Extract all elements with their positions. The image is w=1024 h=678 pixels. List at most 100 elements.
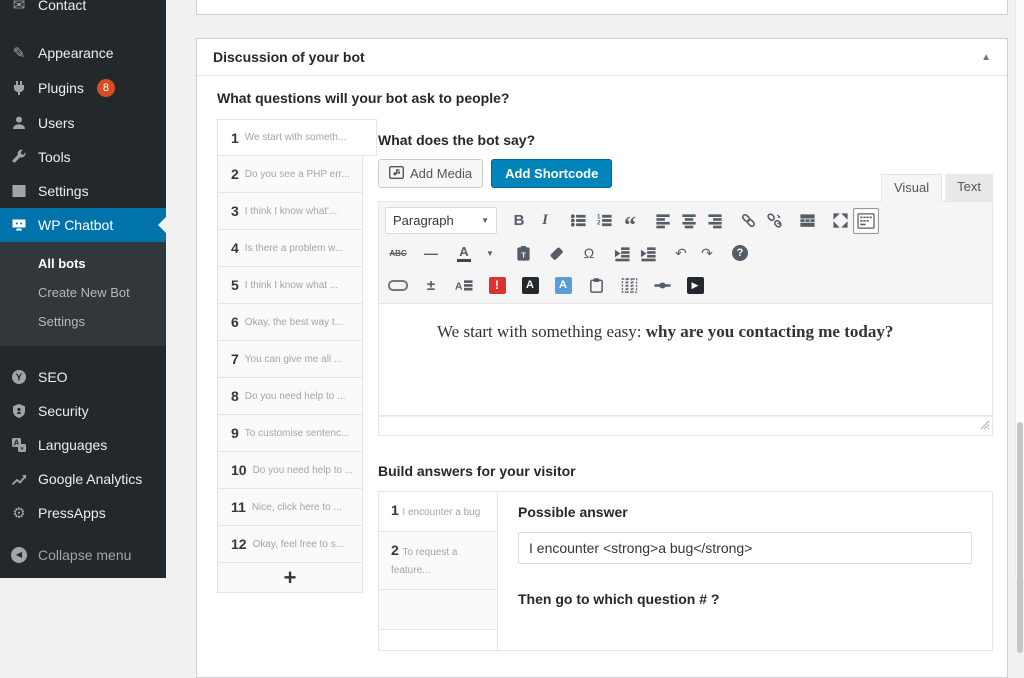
horizontal-rule-button[interactable]: — bbox=[418, 240, 444, 266]
italic-button[interactable]: I bbox=[532, 208, 558, 234]
question-item-4[interactable]: 4 Is there a problem w... bbox=[217, 230, 363, 267]
yoast-seo-icon: Y bbox=[9, 369, 29, 385]
shortcode-divider-button[interactable] bbox=[649, 272, 675, 298]
text-tab[interactable]: Text bbox=[945, 174, 993, 201]
collapse-panel-icon[interactable]: ▲ bbox=[981, 52, 991, 63]
answer-detail: Possible answer Then go to which questio… bbox=[498, 492, 992, 650]
possible-answer-input[interactable] bbox=[518, 532, 972, 564]
paste-as-text-button[interactable]: T bbox=[510, 240, 536, 266]
shortcode-button-button[interactable] bbox=[385, 272, 411, 298]
question-item-5[interactable]: 5 I think I know what ... bbox=[217, 267, 363, 304]
kitchen-sink-icon bbox=[857, 213, 875, 229]
bullet-list-button[interactable] bbox=[565, 208, 591, 234]
resize-handle-icon[interactable] bbox=[980, 418, 990, 433]
question-item-2[interactable]: 2 Do you see a PHP err... bbox=[217, 156, 363, 193]
sidebar-item-label: Users bbox=[38, 115, 75, 131]
toolbar-toggle-button[interactable] bbox=[853, 208, 879, 234]
help-button[interactable]: ? bbox=[727, 240, 753, 266]
link-icon bbox=[740, 212, 757, 229]
admin-sidebar: ✉ Contact ✎ Appearance Plugins 8 Users T… bbox=[0, 0, 166, 578]
fullscreen-button[interactable] bbox=[827, 208, 853, 234]
undo-button[interactable]: ↶ bbox=[668, 240, 694, 266]
submenu-item-create-new-bot[interactable]: Create New Bot bbox=[0, 278, 166, 307]
answers-list: 1 I encounter a bug 2 To request a featu… bbox=[379, 492, 498, 650]
plugin-icon bbox=[9, 80, 29, 96]
sidebar-item-label: Contact bbox=[38, 0, 86, 13]
answer-item-partial[interactable] bbox=[379, 590, 497, 630]
shortcode-video-button[interactable]: ▶ bbox=[682, 272, 708, 298]
sidebar-item-settings[interactable]: Settings bbox=[0, 174, 166, 208]
answer-item-2[interactable]: 2 To request a feature... bbox=[379, 532, 497, 590]
sidebar-item-label: Plugins bbox=[38, 80, 84, 96]
sidebar-item-google-analytics[interactable]: Google Analytics bbox=[0, 462, 166, 496]
question-item-1[interactable]: 1 We start with someth... bbox=[217, 119, 377, 156]
shortcode-columns-button[interactable] bbox=[616, 272, 642, 298]
submenu-item-all-bots[interactable]: All bots bbox=[0, 249, 166, 278]
sidebar-item-tools[interactable]: Tools bbox=[0, 140, 166, 174]
indent-button[interactable] bbox=[635, 240, 661, 266]
read-more-button[interactable] bbox=[794, 208, 820, 234]
align-left-button[interactable] bbox=[650, 208, 676, 234]
paragraph-format-select[interactable]: Paragraph ▼ bbox=[385, 207, 497, 234]
shortcode-alert-button[interactable]: ! bbox=[484, 272, 510, 298]
sidebar-item-appearance[interactable]: ✎ Appearance bbox=[0, 36, 166, 70]
question-item-7[interactable]: 7 You can give me all ... bbox=[217, 341, 363, 378]
svg-text:Y: Y bbox=[16, 373, 23, 384]
definition-list-icon: A bbox=[455, 277, 473, 294]
special-character-button[interactable]: Ω bbox=[576, 240, 602, 266]
outdent-icon bbox=[614, 245, 631, 262]
answer-item-1[interactable]: 1 I encounter a bug bbox=[379, 492, 497, 532]
sidebar-item-users[interactable]: Users bbox=[0, 106, 166, 140]
outdent-button[interactable] bbox=[609, 240, 635, 266]
question-item-3[interactable]: 3 I think I know what'... bbox=[217, 193, 363, 230]
sidebar-item-contact[interactable]: ✉ Contact bbox=[0, 0, 166, 22]
add-question-button[interactable]: + bbox=[217, 563, 363, 593]
sidebar-item-plugins[interactable]: Plugins 8 bbox=[0, 70, 166, 106]
admin-content: Discussion of your bot ▲ What questions … bbox=[166, 0, 1024, 578]
add-shortcode-button[interactable]: Add Shortcode bbox=[491, 159, 612, 188]
collapse-menu-button[interactable]: ◀ Collapse menu bbox=[0, 538, 166, 572]
shortcode-definition-list-button[interactable]: A bbox=[451, 272, 477, 298]
chatbot-icon bbox=[9, 217, 29, 233]
align-center-button[interactable] bbox=[676, 208, 702, 234]
question-item-6[interactable]: 6 Okay, the best way t... bbox=[217, 304, 363, 341]
visual-tab[interactable]: Visual bbox=[881, 174, 942, 202]
sidebar-item-wp-chatbot[interactable]: WP Chatbot bbox=[0, 208, 166, 242]
discussion-panel-header[interactable]: Discussion of your bot ▲ bbox=[197, 39, 1007, 76]
shortcode-dropcap-button[interactable]: A bbox=[517, 272, 543, 298]
shortcode-infobox-button[interactable]: A bbox=[550, 272, 576, 298]
editor-content[interactable]: We start with something easy: why are yo… bbox=[378, 304, 993, 416]
question-item-11[interactable]: 11 Nice, click here to ... bbox=[217, 489, 363, 526]
remove-link-button[interactable] bbox=[761, 208, 787, 234]
strikethrough-button[interactable]: ABC bbox=[385, 240, 411, 266]
blockquote-button[interactable]: “ bbox=[617, 208, 643, 234]
insert-link-button[interactable] bbox=[735, 208, 761, 234]
add-media-button[interactable]: Add Media bbox=[378, 159, 483, 188]
alert-icon: ! bbox=[489, 277, 506, 294]
sidebar-item-languages[interactable]: A✶ Languages bbox=[0, 428, 166, 462]
question-item-12[interactable]: 12 Okay, feel free to s... bbox=[217, 526, 363, 563]
translate-icon: A✶ bbox=[9, 437, 29, 453]
clear-formatting-button[interactable] bbox=[543, 240, 569, 266]
submenu-item-settings[interactable]: Settings bbox=[0, 307, 166, 336]
sidebar-item-label: Security bbox=[38, 403, 89, 419]
shortcode-page-button[interactable] bbox=[583, 272, 609, 298]
page-scrollbar[interactable] bbox=[1015, 0, 1024, 578]
settings-icon bbox=[9, 183, 29, 199]
question-item-8[interactable]: 8 Do you need help to ... bbox=[217, 378, 363, 415]
scrollbar-thumb[interactable] bbox=[1017, 422, 1023, 653]
sidebar-item-label: Settings bbox=[38, 183, 89, 199]
sidebar-item-security[interactable]: Security bbox=[0, 394, 166, 428]
shortcode-toggle-button[interactable]: ± bbox=[418, 272, 444, 298]
possible-answer-label: Possible answer bbox=[518, 504, 972, 520]
bold-button[interactable]: B bbox=[506, 208, 532, 234]
text-color-button[interactable]: A bbox=[451, 240, 477, 266]
sidebar-item-pressapps[interactable]: ⚙ PressApps bbox=[0, 496, 166, 530]
sidebar-item-seo[interactable]: Y SEO bbox=[0, 360, 166, 394]
numbered-list-button[interactable]: 12 bbox=[591, 208, 617, 234]
question-item-9[interactable]: 9 To customise sentenc... bbox=[217, 415, 363, 452]
align-right-button[interactable] bbox=[702, 208, 728, 234]
question-item-10[interactable]: 10 Do you need help to ... bbox=[217, 452, 363, 489]
text-color-caret-button[interactable]: ▼ bbox=[477, 240, 503, 266]
redo-button[interactable]: ↷ bbox=[694, 240, 720, 266]
